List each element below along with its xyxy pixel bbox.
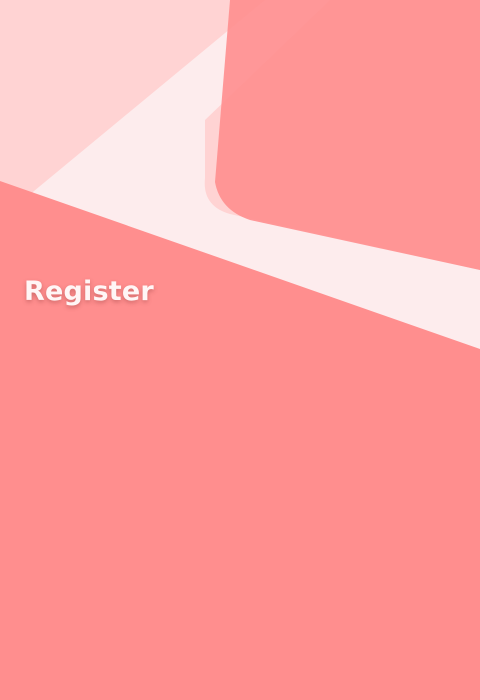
background-decoration: [0, 0, 480, 700]
register-screen: Register: [0, 0, 480, 700]
page-title: Register: [24, 276, 154, 307]
